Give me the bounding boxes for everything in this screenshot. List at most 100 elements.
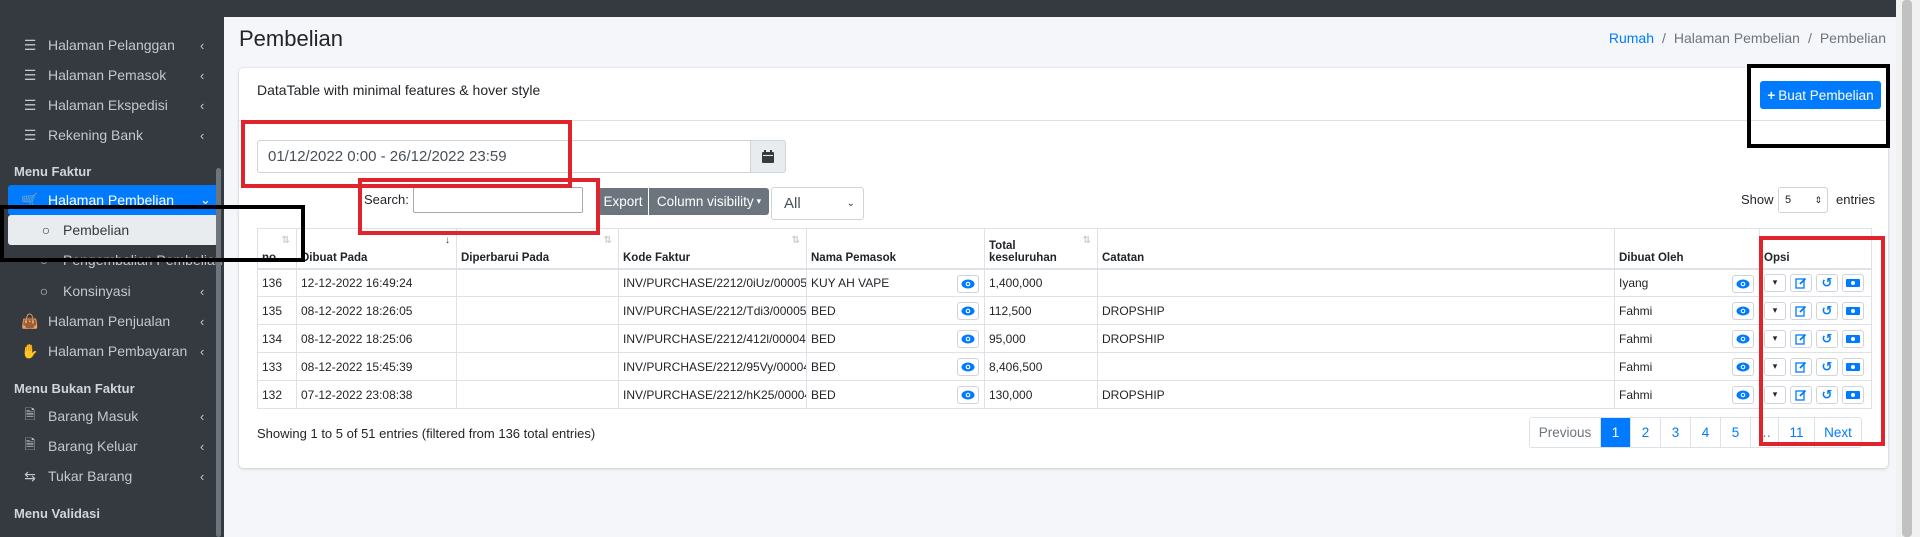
sidebar-header-bukan-faktur: Menu Bukan Faktur: [14, 381, 135, 396]
view-user-button[interactable]: [1732, 358, 1754, 376]
view-user-button[interactable]: [1732, 386, 1754, 404]
cell-no: 134: [257, 324, 297, 353]
sidebar-item-label: Barang Keluar: [48, 438, 138, 454]
view-user-button[interactable]: [1732, 330, 1754, 348]
sidebar-item-tukar-barang[interactable]: ⇆ Tukar Barang ‹: [0, 461, 224, 491]
sidebar-item-pelanggan[interactable]: ☰ Halaman Pelanggan ‹: [0, 30, 224, 60]
sidebar-item-label: Halaman Ekspedisi: [48, 97, 168, 113]
pagination-page-2[interactable]: 2: [1630, 418, 1660, 447]
cell-created-by-text: Fahmi: [1619, 303, 1653, 318]
breadcrumb-item: Halaman Pembelian: [1673, 30, 1800, 46]
sidebar-header-validasi: Menu Validasi: [14, 506, 100, 521]
cell-updated: [456, 324, 619, 353]
sidebar-item-partial-bottom[interactable]: [0, 528, 224, 537]
sidebar-item-barang-masuk[interactable]: 🗎 Barang Masuk ‹: [0, 401, 224, 431]
cell-created-by: Iyang: [1614, 268, 1760, 297]
cell-total: 1,400,000: [984, 268, 1098, 297]
sidebar-item-barang-keluar[interactable]: 🗎 Barang Keluar ‹: [0, 431, 224, 461]
database-icon: ☰: [23, 66, 37, 83]
sidebar-item-penjualan[interactable]: 👜 Halaman Penjualan ‹: [0, 306, 224, 336]
cell-updated: [456, 352, 619, 381]
breadcrumb-home-link[interactable]: Rumah: [1609, 30, 1654, 46]
chevron-left-icon: ‹: [200, 313, 205, 329]
sidebar-subitem-konsinyasi[interactable]: ○ Konsinyasi ‹: [0, 276, 224, 306]
sidebar-item-pembayaran[interactable]: ✋ Halaman Pembayaran ‹: [0, 336, 224, 366]
column-header-created-by[interactable]: Dibuat Oleh: [1614, 228, 1760, 270]
table-row: 132 07-12-2022 23:08:38 INV/PURCHASE/2212/…: [257, 380, 1872, 409]
view-user-button[interactable]: [1732, 302, 1754, 320]
sidebar-item-ekspedisi[interactable]: ☰ Halaman Ekspedisi ‹: [0, 90, 224, 120]
filter-select[interactable]: All ⌄: [771, 187, 864, 220]
database-icon: ☰: [23, 126, 37, 143]
cell-code: INV/PURCHASE/2212/95Vy/000048: [618, 352, 807, 381]
cell-created-by-text: Fahmi: [1619, 359, 1653, 374]
eye-icon: [961, 279, 975, 289]
column-header-label: Kode Faktur: [623, 251, 691, 264]
scrollbar-thumb[interactable]: [1902, 0, 1912, 537]
cell-code: INV/PURCHASE/2212/hK25/000047: [618, 380, 807, 409]
column-header-note[interactable]: Catatan: [1097, 228, 1615, 270]
view-supplier-button[interactable]: [957, 358, 979, 376]
cell-no: 133: [257, 352, 297, 381]
column-header-label: Dibuat Oleh: [1619, 251, 1684, 264]
sidebar: ☰ Halaman Pelanggan ‹ ☰ Halaman Pemasok …: [0, 0, 224, 537]
pagination-page-4[interactable]: 4: [1690, 418, 1720, 447]
cell-created: 08-12-2022 15:45:39: [296, 352, 457, 381]
sidebar-item-label: Halaman Pelanggan: [48, 37, 175, 53]
export-button[interactable]: Export: [598, 188, 648, 215]
column-visibility-label: Column visibility: [656, 194, 754, 209]
table-row: 133 08-12-2022 15:45:39 INV/PURCHASE/2212/…: [257, 352, 1872, 381]
calendar-button[interactable]: [750, 140, 786, 173]
hand-holding-icon: ✋: [21, 342, 39, 359]
column-header-total[interactable]: Total keseluruhan ⇅: [984, 228, 1098, 270]
chevron-left-icon: ‹: [200, 438, 205, 454]
eye-icon: [1736, 306, 1750, 316]
cell-total: 8,406,500: [984, 352, 1098, 381]
cell-total: 112,500: [984, 296, 1098, 325]
pagination-page-1[interactable]: 1: [1600, 418, 1630, 447]
show-label: Show: [1741, 192, 1774, 207]
page-scrollbar[interactable]: [1896, 0, 1920, 537]
column-header-code[interactable]: Kode Faktur ⇅: [618, 228, 807, 270]
pagination-previous[interactable]: Previous: [1530, 418, 1600, 447]
eye-icon: [1736, 362, 1750, 372]
sidebar-item-pemasok[interactable]: ☰ Halaman Pemasok ‹: [0, 60, 224, 90]
view-supplier-button[interactable]: [957, 330, 979, 348]
table-info: Showing 1 to 5 of 51 entries (filtered f…: [257, 426, 596, 441]
view-user-button[interactable]: [1732, 274, 1754, 293]
chevron-down-icon: ⌄: [846, 198, 855, 209]
sidebar-item-label: Konsinyasi: [63, 283, 131, 299]
cell-supplier-text: BED: [811, 303, 836, 318]
eye-icon: [961, 362, 975, 372]
cell-supplier-text: BED: [811, 359, 836, 374]
sidebar-item-rekening-bank[interactable]: ☰ Rekening Bank ‹: [0, 120, 224, 150]
view-supplier-button[interactable]: [957, 274, 979, 293]
filter-select-value: All: [784, 195, 801, 212]
cell-supplier-text: BED: [811, 331, 836, 346]
cell-created-by-text: Fahmi: [1619, 331, 1653, 346]
cell-created-by-text: Fahmi: [1619, 387, 1653, 402]
highlight-box-sidebar-pembelian: [0, 205, 305, 262]
column-visibility-button[interactable]: Column visibility ▾: [649, 188, 769, 215]
cell-code: INV/PURCHASE/2212/0iUz/000051: [618, 268, 807, 297]
cell-updated: [456, 380, 619, 409]
cell-created: 08-12-2022 18:26:05: [296, 296, 457, 325]
pagination-page-5[interactable]: 5: [1720, 418, 1750, 447]
chevron-left-icon: ‹: [200, 408, 205, 424]
top-navbar: [224, 0, 1896, 17]
cell-created: 12-12-2022 16:49:24: [296, 268, 457, 297]
highlight-box-create-button: [1747, 64, 1890, 148]
view-supplier-button[interactable]: [957, 386, 979, 404]
sidebar-item-partial[interactable]: [0, 0, 224, 8]
cell-no: 135: [257, 296, 297, 325]
page-length-select[interactable]: 5 ⇕: [1778, 187, 1828, 213]
up-down-arrows-icon: ⇕: [1814, 194, 1822, 205]
chevron-left-icon: ‹: [200, 97, 205, 113]
pagination-page-3[interactable]: 3: [1660, 418, 1690, 447]
column-header-supplier[interactable]: Nama Pemasok: [806, 228, 985, 270]
view-supplier-button[interactable]: [957, 302, 979, 320]
eye-icon: [1736, 334, 1750, 344]
circle-icon: ○: [39, 283, 49, 299]
sidebar-item-label: Tukar Barang: [48, 468, 133, 484]
caret-down-icon: ▾: [756, 196, 762, 206]
